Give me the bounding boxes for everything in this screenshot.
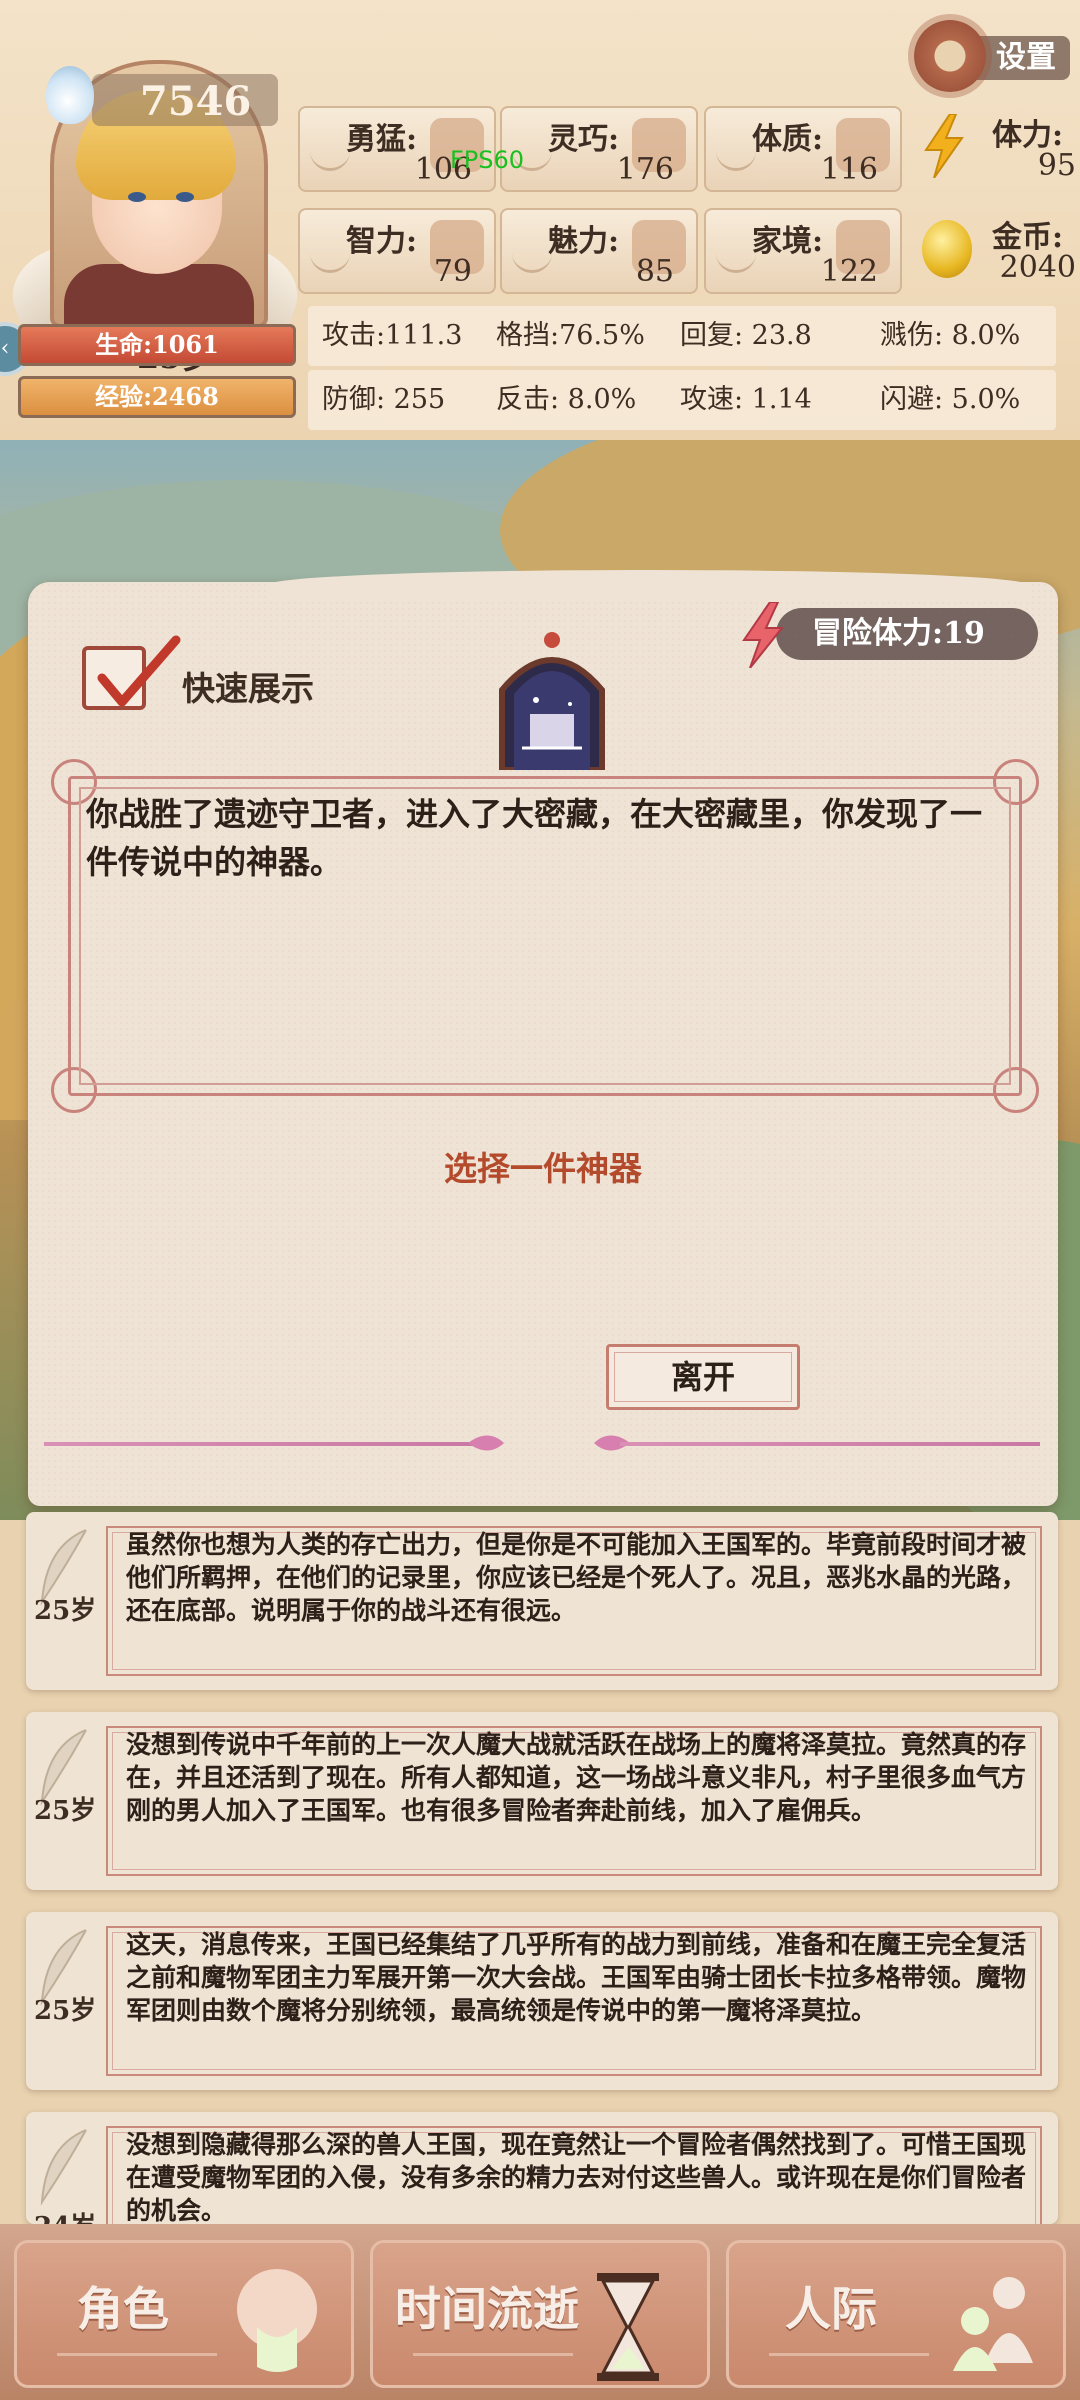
tab-relations[interactable]: 人际 [726, 2240, 1066, 2388]
tab-label: 时间流逝 [395, 2282, 579, 2336]
treasure-vault-icon [499, 632, 605, 770]
stat-intelligence[interactable]: 智力: 79 [298, 208, 496, 294]
tab-label: 角色 [77, 2282, 169, 2336]
exp-bar: 经验:2468 [18, 376, 296, 418]
stat-family[interactable]: 家境: 122 [704, 208, 902, 294]
stat-label: 勇猛: [346, 122, 418, 157]
stat-counter: 反击: 8.0% [496, 384, 637, 415]
character-icon [237, 2269, 317, 2372]
leave-button[interactable]: 离开 [606, 1344, 800, 1410]
swirl-decoration [716, 148, 756, 171]
event-dialog: 冒险体力:19 快速展示 你战胜了遗迹守卫者，进入了大密藏，在大密藏里，你发现了… [28, 570, 1058, 1506]
flourish-icon [468, 1435, 504, 1451]
quick-show-label[interactable]: 快速展示 [182, 662, 314, 710]
stat-regen: 回复: 23.8 [680, 320, 812, 351]
swirl-decoration [512, 250, 552, 273]
stat-value: 122 [820, 254, 878, 289]
stat-value: 79 [433, 254, 472, 289]
log-text: 这天，消息传来，王国已经集结了几乎所有的战力到前线，准备和在魔王完全复活之前和魔… [126, 1930, 1027, 2025]
choose-artifact-link[interactable]: 选择一件神器 [28, 1142, 1058, 1190]
stamina-value: 95 [1037, 148, 1076, 183]
bottom-navigation: 角色 时间流逝 人际 [0, 2224, 1080, 2400]
checkmark-icon [97, 635, 181, 707]
log-age: 25岁 [34, 1996, 97, 2026]
lightning-icon [924, 114, 964, 178]
paper-curl [268, 570, 1028, 600]
quick-show-checkbox[interactable] [82, 635, 181, 710]
soul-icon [46, 66, 94, 124]
stat-label: 智力: [346, 224, 418, 259]
tab-time-passes[interactable]: 时间流逝 [370, 2240, 710, 2388]
stat-label: 灵巧: [548, 122, 620, 157]
log-age: 25岁 [34, 1796, 97, 1826]
adventure-stamina-badge: 冒险体力:19 [728, 602, 1048, 668]
stat-value: 85 [635, 254, 674, 289]
stat-label: 魅力: [548, 224, 620, 259]
soul-score-value: 7546 [140, 78, 252, 125]
tab-ornament [769, 2353, 929, 2356]
stamina-stat[interactable]: 体力: 95 [912, 106, 1080, 188]
stat-label: 家境: [752, 224, 824, 259]
log-entry[interactable]: 25岁 这天，消息传来，王国已经集结了几乎所有的战力到前线，准备和在魔王完全复活… [26, 1912, 1058, 2090]
soul-score: 7546 [92, 74, 278, 126]
stat-dodge: 闪避: 5.0% [880, 384, 1021, 415]
log-entry[interactable]: 24岁 没想到隐藏得那么深的兽人王国，现在竟然让一个冒险者偶然找到了。可惜王国现… [26, 2112, 1058, 2224]
adventure-stamina-label: 冒险体力:19 [776, 608, 1038, 660]
gold-value: 2040 [999, 250, 1076, 285]
stat-label: 体质: [752, 122, 824, 157]
stat-value: 176 [616, 152, 674, 187]
stat-splash: 溅伤: 8.0% [880, 320, 1021, 351]
divider [44, 1442, 484, 1446]
frame-corner [51, 1067, 97, 1113]
swirl-decoration [716, 250, 756, 273]
lightning-icon [742, 602, 785, 668]
fps-counter: FPS60 [450, 146, 525, 174]
gold-stat[interactable]: 金币: 2040 [912, 208, 1080, 290]
tab-ornament [57, 2353, 217, 2356]
coin-icon [922, 220, 972, 278]
tab-character[interactable]: 角色 [14, 2240, 354, 2388]
status-header: 25岁 7546 ‹ 生命:1061 经验:2468 勇猛: 106 灵巧: 1… [0, 0, 1080, 440]
log-text: 没想到隐藏得那么深的兽人王国，现在竟然让一个冒险者偶然找到了。可惜王国现在遭受魔… [126, 2130, 1027, 2224]
combat-stats-row: 防御: 255 反击: 8.0% 攻速: 1.14 闪避: 5.0% [308, 370, 1056, 430]
hp-bar: 生命:1061 [18, 324, 296, 366]
gear-icon [914, 20, 986, 92]
portrait-eye [176, 192, 194, 202]
stat-attack: 攻击:111.3 [322, 320, 463, 351]
log-text: 虽然你也想为人类的存亡出力，但是你是不可能加入王国军的。毕竟前段时间才被他们所羁… [126, 1530, 1027, 1625]
people-icon [953, 2277, 1033, 2371]
tab-ornament [413, 2353, 573, 2356]
stat-charm[interactable]: 魅力: 85 [500, 208, 698, 294]
stat-value: 116 [820, 152, 878, 187]
frame-corner [993, 1067, 1039, 1113]
divider [620, 1442, 1040, 1446]
log-entry[interactable]: 25岁 没想到传说中千年前的上一次人魔大战就活跃在战场上的魔将泽莫拉。竟然真的存… [26, 1712, 1058, 1890]
hourglass-icon [597, 2273, 659, 2381]
log-text: 没想到传说中千年前的上一次人魔大战就活跃在战场上的魔将泽莫拉。竟然真的存在，并且… [126, 1730, 1027, 1825]
stat-defense: 防御: 255 [322, 384, 446, 415]
stat-attack-speed: 攻速: 1.14 [680, 384, 812, 415]
log-entry[interactable]: 25岁 虽然你也想为人类的存亡出力，但是你是不可能加入王国军的。毕竟前段时间才被… [26, 1512, 1058, 1690]
portrait-eye [128, 192, 146, 202]
log-age: 24岁 [34, 2206, 96, 2224]
settings-button[interactable]: 设置 [914, 20, 1074, 92]
stat-dexterity[interactable]: 灵巧: 176 [500, 106, 698, 192]
combat-stats-row: 攻击:111.3 格挡:76.5% 回复: 23.8 溅伤: 8.0% [308, 306, 1056, 366]
stat-constitution[interactable]: 体质: 116 [704, 106, 902, 192]
tab-label: 人际 [785, 2282, 877, 2336]
event-text: 你战胜了遗迹守卫者，进入了大密藏，在大密藏里，你发现了一件传说中的神器。 [86, 795, 983, 881]
log-age: 25岁 [34, 1596, 97, 1626]
swirl-decoration [310, 250, 350, 273]
swirl-decoration [310, 148, 350, 171]
feather-icon [40, 2129, 87, 2206]
stat-block: 格挡:76.5% [496, 320, 645, 351]
